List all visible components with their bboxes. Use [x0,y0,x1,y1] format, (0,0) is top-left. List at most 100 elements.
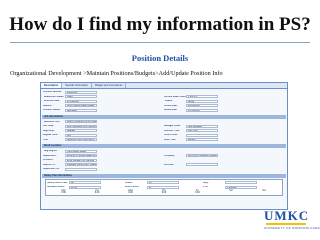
form-cell: Action Date: 06/01/2009 [164,104,285,108]
form-cell: Step: [203,181,281,185]
form-cell: Reason: UPD Position Data Update [43,104,164,108]
field-label: Job Code: [43,125,55,128]
field-value[interactable]: ADMINISTRATIVE ASSOC [65,138,97,142]
field-label: Standard Hours: [47,186,65,189]
form-cell: Reports To: 00011111 ASSISTANT DIRECTOR [43,163,164,167]
field-value[interactable]: Regular [65,129,97,133]
schedule-day-hours [214,192,247,194]
field-label: *Headcount Status: [43,95,65,98]
form-cell: FTE: 1.000000 [203,185,281,189]
field-label: Action Date: [164,104,178,107]
field-value[interactable]: USA United States [65,149,97,153]
field-value[interactable]: 06/01/2009 [186,104,218,108]
schedule-day-hours: 8.00 [61,191,66,194]
field-label: Title: [43,138,49,141]
field-value[interactable] [65,167,97,171]
form-cell: Manager Level: Non-Manager [164,124,285,128]
field-label: Regular Shift: [43,134,59,137]
field-value[interactable]: Active [186,99,218,103]
form-cell: Title: ADMINISTRATIVE ASSOC [43,138,164,142]
form-row: Location: 4210 Kansas City Campus [43,158,285,163]
field-label: Supervisor Lvl: [43,168,60,171]
position-details-screenshot: Description Specific Information Budget an… [40,82,288,210]
form-row: Job Code: 2047 ADMINISTRATIVE ASSOC Manage… [43,124,285,129]
field-label: Position Status: [43,109,61,112]
salary-plan-header: Salary Plan Information [42,173,286,178]
umkc-logo: UMKC UNIVERSITY OF MISSOURI-KANSAS CITY [264,208,320,230]
field-value[interactable] [225,181,257,185]
field-value[interactable]: 12345678 Human Affairs Council Resources [65,154,97,158]
slide-title: How do I find my information in PS? [9,14,311,35]
schedule-day-hours: 8.00 [94,191,100,194]
field-value[interactable]: 00012345 [65,90,97,94]
field-value[interactable]: N/A [65,133,97,137]
field-value[interactable]: 00011111 ASSISTANT DIRECTOR [65,163,97,167]
form-cell: *Headcount Status: Filled [43,95,164,99]
form-row: Salary Admin Plan: AP Grade: 13 Step: [47,181,281,186]
field-value[interactable]: 1 out of 1 [186,95,218,99]
field-label: Reg/Temp: [43,129,55,132]
field-value[interactable]: 13 [147,181,179,185]
form-cell: Position Number: 00012345 [43,90,285,94]
field-label: Position Number: [43,91,63,94]
logo-bar [266,223,306,225]
field-value[interactable]: Non-Manager [186,124,218,128]
field-value[interactable]: 07/01/2009 [186,108,218,112]
logo-subtext: UNIVERSITY OF MISSOURI-KANSAS CITY [264,226,320,230]
tab-description[interactable]: Description [41,83,63,88]
field-value[interactable]: ADMIN [186,138,218,142]
form-cell: Position Status: Approved [43,108,164,112]
field-value[interactable] [186,163,218,167]
form-row: Regular Shift: N/A Union Code: [43,133,285,138]
field-value[interactable]: 4210 Kansas City Campus [65,158,97,162]
title-rule [10,42,310,43]
form-row: Position Status: Approved Status Date: 07/0… [43,108,285,113]
field-label: Work Period: [125,186,140,189]
form-cell: Short Title: ADMIN [164,138,285,142]
slide-subtitle: Position Details [131,53,189,63]
tab-budget-and-incumbents[interactable]: Budget and Incumbents [92,83,127,88]
form-cell: *Business Unit: UMKC University of MO Kan… [43,120,285,124]
field-value[interactable]: 2047 ADMINISTRATIVE ASSOC [65,124,97,128]
form-cell: Work Period: W [125,185,203,189]
logo-text: UMKC [264,208,310,223]
field-value[interactable]: UMKC University of MO Kansas City [65,120,97,124]
field-value[interactable]: 07/01/2009 [65,99,97,103]
schedule-value-row: 8.00 8.00 8.00 8.00 8.00 [47,192,281,194]
form-cell: Grade: 13 [125,181,203,185]
form-row: *Reg Region: USA United States [43,149,285,154]
field-label: Reports To: [43,163,56,166]
form-cell: Regular Shift: N/A [43,133,164,137]
form-cell: *Reg Region: USA United States [43,149,285,153]
field-value[interactable] [186,133,218,137]
field-label: *Reg Region: [43,150,58,153]
form-cell: Union Code: [164,133,285,137]
schedule-day-hours: 8.00 [128,191,133,194]
form-cell: Full/Part Time: Full-Time [164,129,285,133]
field-value[interactable]: Approved [65,108,97,112]
form-cell: Standard Hours: 40.00 [47,185,125,189]
salary-plan-grid: Salary Admin Plan: AP Grade: 13 Step: Standar… [45,178,283,196]
field-value[interactable]: AP [69,181,101,185]
field-label: *Effective Date: [43,100,60,103]
field-value[interactable]: 1.000000 [225,185,257,189]
field-value[interactable]: 40.00 [69,185,101,189]
tab-specific-information[interactable]: Specific Information [62,83,93,88]
field-value[interactable]: UM Univ of Missouri System [186,154,218,158]
field-value[interactable]: Full-Time [186,129,218,133]
field-label: *Status: [164,100,173,103]
form-row: *Effective Date: 07/01/2009 *Status: Active [43,99,285,104]
form-row: Reason: UPD Position Data Update Action Da… [43,104,285,109]
form-cell: Department: 12345678 Human Affairs Counci… [43,154,164,158]
field-label: Company: [164,154,176,157]
field-label: Step: [203,181,209,184]
schedule-day-hours: 8.00 [161,191,167,194]
field-value[interactable]: W [147,185,179,189]
field-value[interactable]: Filled [65,95,97,99]
form-row: Title: ADMINISTRATIVE ASSOC Short Title: AD… [43,138,285,143]
field-label: Grade: [125,181,133,184]
field-label: Dot-Line: [164,163,175,166]
field-label: Location: [43,159,54,162]
form-row: *Business Unit: UMKC University of MO Kan… [43,120,285,125]
field-value[interactable]: UPD Position Data Update [65,104,97,108]
